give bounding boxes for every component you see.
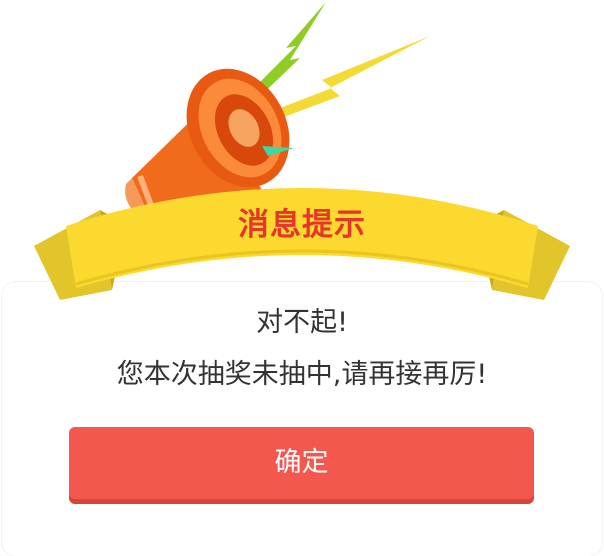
message-line-2: 您本次抽奖未抽中,请再接再厉! bbox=[116, 359, 488, 390]
dialog-header-art bbox=[34, 2, 570, 300]
message-line-1: 对不起! bbox=[256, 307, 348, 338]
confirm-button[interactable]: 确定 bbox=[69, 427, 534, 499]
message-dialog: 消息提示 对不起! 您本次抽奖未抽中,请再接再厉! 确定 bbox=[0, 0, 604, 556]
dialog-title: 消息提示 bbox=[238, 207, 366, 243]
